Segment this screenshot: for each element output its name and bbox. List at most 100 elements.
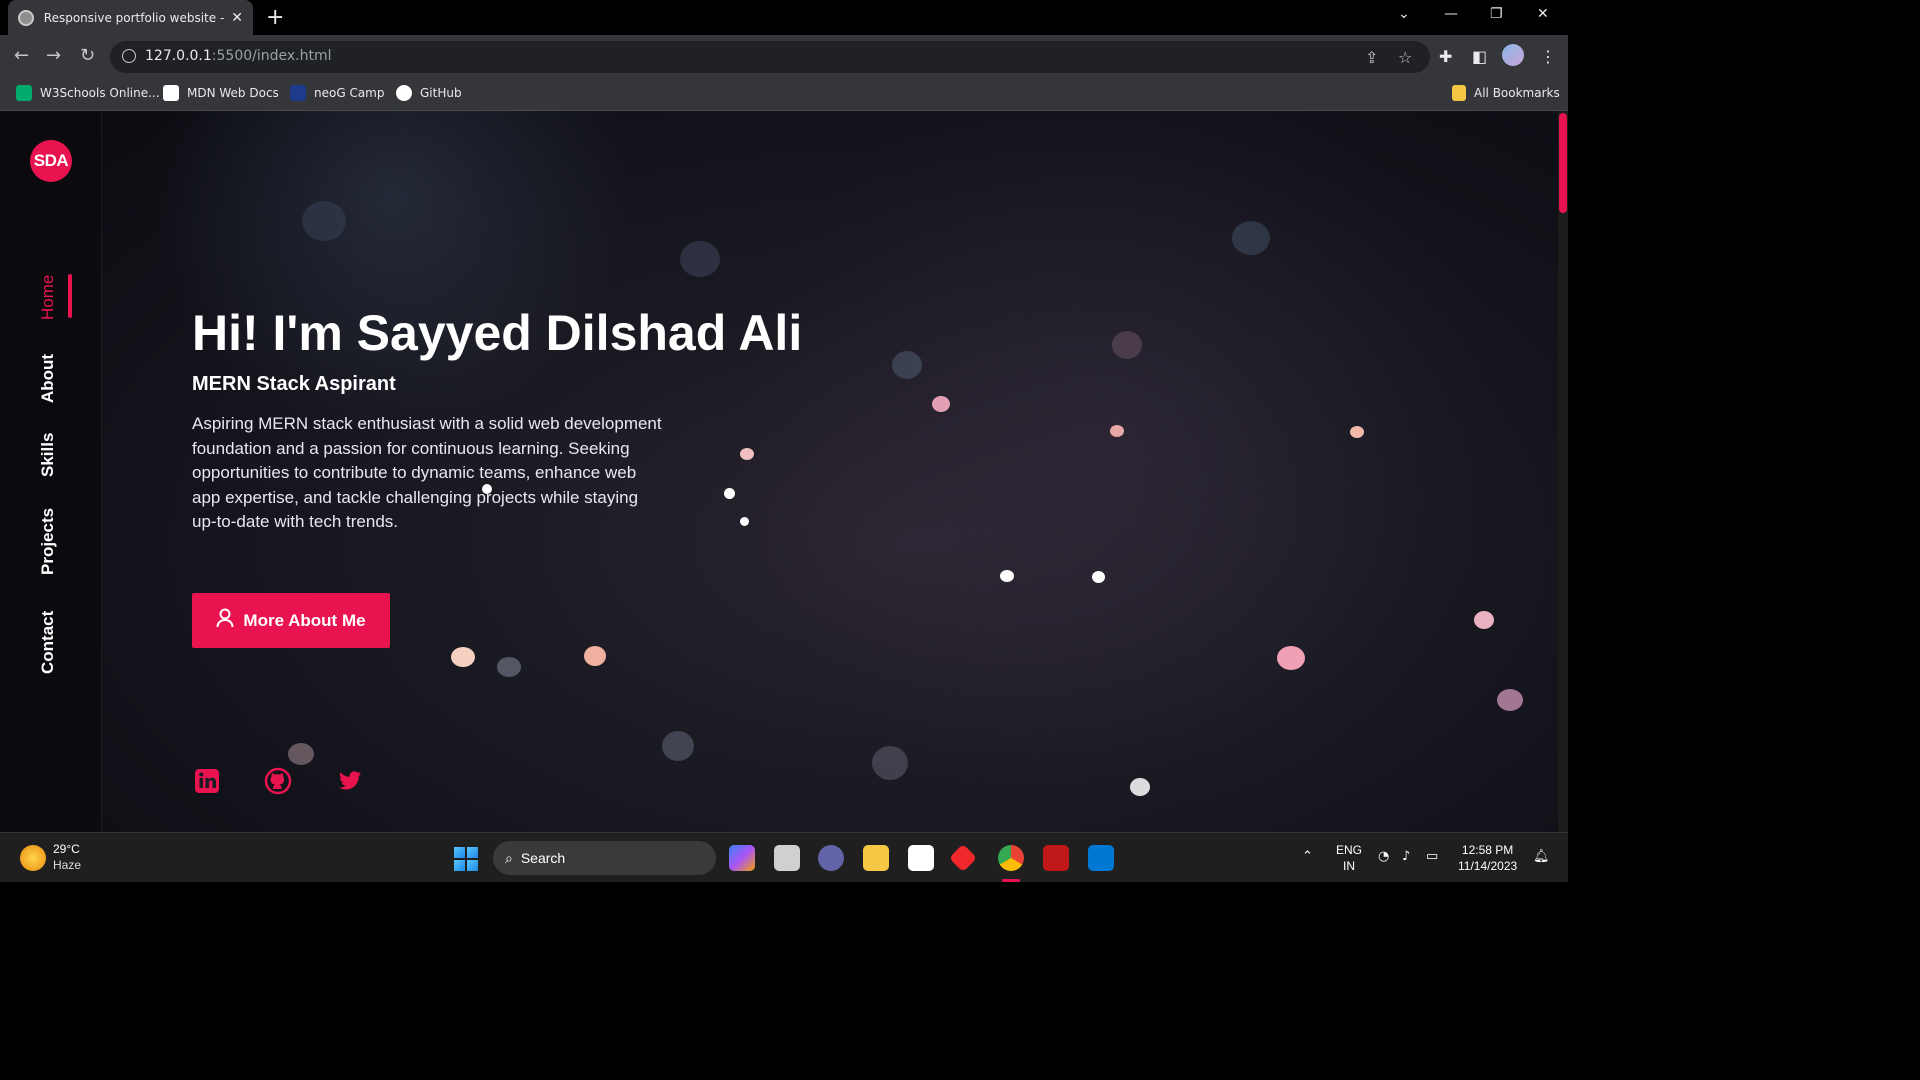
vscode-icon[interactable]	[1088, 845, 1114, 871]
bookmark-w3schools[interactable]: W3Schools Online...	[16, 85, 160, 101]
all-bookmarks-folder[interactable]: All Bookmarks	[1452, 85, 1560, 101]
glitter-dot	[724, 488, 735, 499]
forward-icon[interactable]: →	[46, 45, 61, 66]
nav-skills[interactable]: Skills	[38, 433, 58, 477]
site-logo[interactable]: SDA	[30, 140, 72, 182]
more-about-me-button[interactable]: More About Me	[192, 593, 390, 648]
glitter-dot	[1092, 571, 1105, 583]
file-explorer-icon[interactable]	[863, 845, 889, 871]
tab-title: Responsive portfolio website - C	[43, 10, 226, 25]
glitter-dot	[1000, 570, 1014, 582]
active-nav-indicator	[68, 274, 72, 318]
restore-button[interactable]: ❐	[1490, 6, 1503, 22]
glitter-dot	[584, 646, 606, 666]
close-tab-icon[interactable]: ✕	[231, 10, 243, 26]
address-bar[interactable]: 127.0.0.1:5500/index.html ⇪ ☆	[110, 41, 1430, 73]
glitter-dot	[680, 241, 720, 277]
windows-start-icon[interactable]	[454, 847, 478, 871]
chrome-icon[interactable]	[998, 845, 1024, 871]
reload-icon[interactable]: ↻	[80, 45, 95, 66]
system-clock[interactable]: 12:58 PM 11/14/2023	[1458, 842, 1517, 874]
glitter-dot	[740, 448, 754, 460]
glitter-dot	[451, 647, 475, 667]
neog-icon	[290, 85, 306, 101]
hero-subtitle: MERN Stack Aspirant	[192, 373, 396, 395]
weather-temperature[interactable]: 29°C	[53, 842, 80, 856]
windows-taskbar: 29°C Haze ⌕ Search ⌃ ENG IN ◔ ♪ ▭ 12:58 …	[0, 832, 1568, 882]
glitter-dot	[302, 201, 346, 241]
volume-icon[interactable]: ♪	[1402, 849, 1410, 864]
battery-icon[interactable]: ▭	[1426, 849, 1438, 864]
github-icon[interactable]	[264, 767, 292, 795]
tab-search-icon[interactable]: ⌄	[1398, 6, 1410, 22]
linkedin-icon[interactable]	[193, 767, 221, 795]
extensions-icon[interactable]: ✚	[1439, 47, 1452, 66]
share-icon[interactable]: ⇪	[1365, 48, 1378, 67]
nav-about[interactable]: About	[38, 354, 58, 403]
profile-avatar[interactable]	[1502, 44, 1524, 66]
mdn-icon	[163, 85, 179, 101]
weather-haze-icon[interactable]	[20, 845, 46, 871]
sidebar-nav: SDA Home About Skills Projects Contact	[0, 111, 102, 832]
glitter-dot	[1497, 689, 1523, 711]
teams-chat-icon[interactable]	[818, 845, 844, 871]
glitter-dot	[1474, 611, 1494, 629]
glitter-dot	[1110, 425, 1124, 437]
hero-headline: Hi! I'm Sayyed Dilshad Ali	[192, 305, 803, 361]
side-panel-icon[interactable]: ◧	[1472, 47, 1487, 66]
bookmark-label: neoG Camp	[314, 86, 385, 100]
weather-condition[interactable]: Haze	[53, 858, 81, 872]
browser-toolbar: ← → ↻ 127.0.0.1:5500/index.html ⇪ ☆ ✚ ◧ …	[0, 35, 1568, 80]
language-indicator[interactable]: ENG IN	[1336, 842, 1362, 874]
bookmark-mdn[interactable]: MDN Web Docs	[163, 85, 279, 101]
scrollbar-thumb[interactable]	[1559, 113, 1567, 213]
browser-tab[interactable]: Responsive portfolio website - C ✕	[8, 0, 253, 35]
notification-bell-icon[interactable]: 🔔︎	[1533, 849, 1550, 864]
nav-projects[interactable]: Projects	[38, 508, 58, 575]
chevron-up-icon[interactable]: ⌃	[1302, 849, 1313, 864]
twitter-icon[interactable]	[336, 767, 364, 795]
nav-home[interactable]: Home	[38, 275, 58, 320]
close-window-button[interactable]: ✕	[1537, 6, 1549, 22]
globe-icon	[18, 9, 34, 26]
bookmark-label: W3Schools Online...	[40, 86, 160, 100]
bookmark-neog[interactable]: neoG Camp	[290, 85, 384, 101]
language-code: ENG	[1336, 843, 1363, 857]
glitter-dot	[1130, 778, 1150, 796]
hero-description: Aspiring MERN stack enthusiast with a so…	[192, 414, 662, 532]
site-info-icon[interactable]	[122, 49, 136, 63]
glitter-dot	[1232, 221, 1270, 255]
microsoft-store-icon[interactable]	[908, 845, 934, 871]
w3schools-icon	[16, 85, 32, 101]
user-icon	[216, 608, 234, 633]
glitter-dot	[932, 396, 950, 412]
taskbar-search[interactable]: ⌕ Search	[493, 841, 716, 875]
hero-section: Hi! I'm Sayyed Dilshad Ali MERN Stack As…	[102, 111, 1558, 832]
menu-icon[interactable]: ⋮	[1540, 47, 1556, 66]
search-label: Search	[520, 850, 566, 866]
github-icon	[396, 85, 412, 101]
glitter-dot	[497, 657, 521, 677]
page-scrollbar[interactable]	[1558, 111, 1568, 832]
region-code: IN	[1343, 859, 1355, 873]
mcafee-icon[interactable]	[1043, 845, 1069, 871]
back-icon[interactable]: ←	[14, 45, 29, 66]
copilot-icon[interactable]	[729, 845, 755, 871]
wifi-icon[interactable]: ◔	[1378, 849, 1389, 864]
glitter-dot	[1277, 646, 1305, 670]
portfolio-page: SDA Home About Skills Projects Contact H…	[0, 111, 1568, 832]
bookmark-github[interactable]: GitHub	[396, 85, 462, 101]
bookmark-label: GitHub	[420, 86, 462, 100]
browser-tab-bar: Responsive portfolio website - C ✕ + ⌄ —…	[0, 0, 1568, 35]
task-view-icon[interactable]	[774, 845, 800, 871]
bookmarks-bar: W3Schools Online... MDN Web Docs neoG Ca…	[0, 80, 1568, 111]
minimize-button[interactable]: —	[1444, 6, 1458, 22]
url-text: 127.0.0.1:5500/index.html	[145, 48, 332, 64]
app-icon[interactable]	[948, 843, 978, 873]
clock-date: 11/14/2023	[1458, 859, 1518, 873]
new-tab-button[interactable]: +	[266, 5, 286, 30]
star-icon[interactable]: ☆	[1398, 48, 1412, 67]
nav-contact[interactable]: Contact	[38, 611, 58, 674]
bookmark-label: MDN Web Docs	[187, 86, 279, 100]
glitter-dot	[892, 351, 922, 379]
